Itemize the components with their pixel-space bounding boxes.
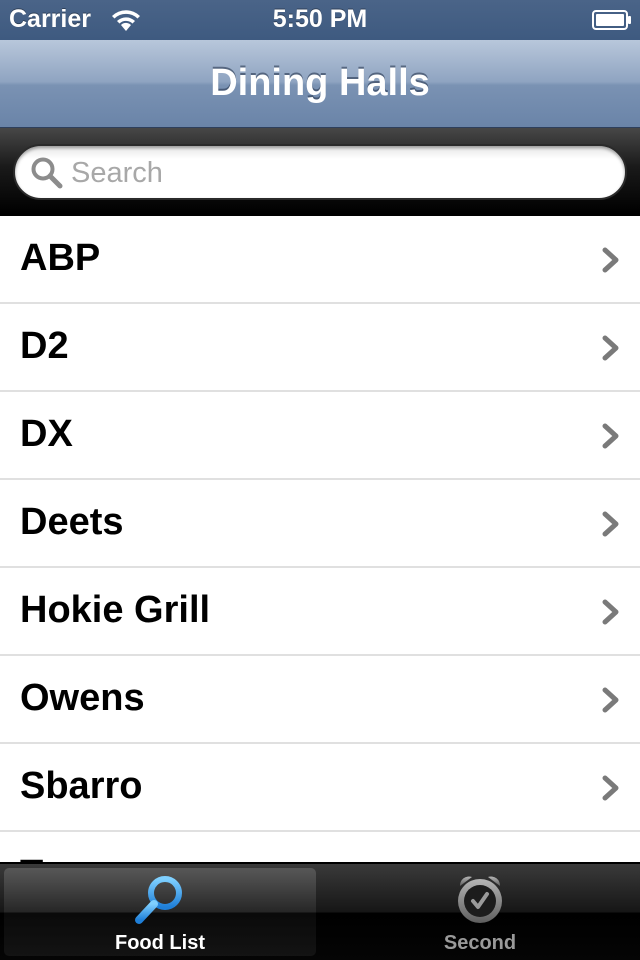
search-field[interactable] <box>13 144 627 200</box>
search-input[interactable] <box>71 154 601 192</box>
chevron-right-icon <box>602 335 619 361</box>
chevron-right-icon <box>602 423 619 449</box>
chevron-right-icon <box>602 775 619 801</box>
battery-icon <box>592 10 631 30</box>
search-icon <box>31 157 63 189</box>
tab-food-list[interactable]: Food List <box>4 868 316 956</box>
search-bar <box>0 128 640 216</box>
list-item-label: Hokie Grill <box>20 589 211 631</box>
list-item-label: D2 <box>20 325 69 367</box>
tab-label: Second <box>443 932 517 954</box>
list-item-label: ABP <box>20 237 101 279</box>
list-item[interactable]: Deets <box>0 480 640 568</box>
page-title: Dining Halls <box>210 62 430 104</box>
tab-second[interactable]: Second <box>324 868 636 956</box>
alarm-clock-icon <box>458 876 502 923</box>
tab-label: Food List <box>115 932 205 954</box>
status-bar: Carrier 5:50 PM <box>0 0 640 40</box>
chevron-right-icon <box>602 599 619 625</box>
app-screen: Carrier 5:50 PM Dining Halls ABP <box>0 0 640 960</box>
dining-hall-list: ABP D2 DX Deets Hokie Grill Owens Sbarro <box>0 216 640 868</box>
list-item-label: Owens <box>20 677 145 719</box>
list-item[interactable]: DX <box>0 392 640 480</box>
list-item-label: Sbarro <box>20 765 143 807</box>
list-item[interactable]: ABP <box>0 216 640 304</box>
status-time: 5:50 PM <box>272 5 368 33</box>
chevron-right-icon <box>602 247 619 273</box>
navigation-bar: Dining Halls <box>0 40 640 128</box>
list-item[interactable]: Hokie Grill <box>0 568 640 656</box>
list-item-label: DX <box>20 413 73 455</box>
list-item[interactable]: Owens <box>0 656 640 744</box>
chevron-right-icon <box>602 511 619 537</box>
list-item[interactable]: D2 <box>0 304 640 392</box>
list-item[interactable]: Sbarro <box>0 744 640 832</box>
tab-bar: Food List Second <box>0 862 640 960</box>
list-item-label: Deets <box>20 501 124 543</box>
chevron-right-icon <box>602 687 619 713</box>
magnifier-icon <box>135 876 182 924</box>
